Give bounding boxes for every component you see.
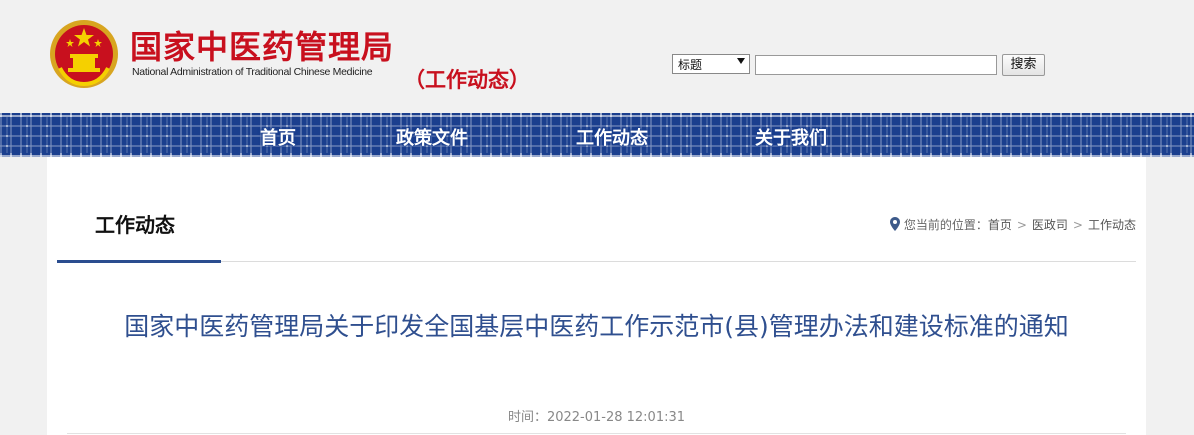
location-pin-icon — [889, 217, 900, 231]
nav-item-policy-documents[interactable]: 政策文件 — [396, 124, 468, 150]
article-divider — [67, 433, 1126, 434]
article-title: 国家中医药管理局关于印发全国基层中医药工作示范市(县)管理办法和建设标准的通知 — [124, 312, 1069, 341]
main-nav-band: 首页 政策文件 工作动态 关于我们 — [0, 113, 1194, 157]
search-input[interactable] — [755, 55, 997, 75]
search-field-select[interactable]: 标题 — [672, 54, 750, 74]
breadcrumb-link-medical-admin[interactable]: 医政司 — [1032, 218, 1068, 232]
article-timestamp: 时间：2022-01-28 12:01:31 — [507, 410, 686, 425]
panel-divider-accent — [57, 260, 221, 263]
breadcrumb-prefix: 您当前的位置： — [903, 218, 988, 232]
nav-item-work-news[interactable]: 工作动态 — [576, 124, 648, 150]
site-header: 国家中医药管理局 National Administration of Trad… — [0, 0, 1194, 113]
search-field-select-value: 标题 — [678, 58, 703, 72]
breadcrumb-link-work-news[interactable]: 工作动态 — [1088, 218, 1136, 232]
site-subtitle: National Administration of Traditional C… — [132, 66, 373, 78]
chevron-down-icon — [737, 58, 745, 64]
search-button[interactable]: 搜索 — [1002, 54, 1045, 76]
section-tag: （工作动态） — [404, 68, 530, 92]
breadcrumb-separator: > — [1072, 218, 1083, 232]
breadcrumb-separator: > — [1016, 218, 1027, 232]
main-nav: 首页 政策文件 工作动态 关于我们 — [0, 113, 1194, 157]
breadcrumb-link-home[interactable]: 首页 — [988, 218, 1012, 232]
national-emblem-icon — [50, 20, 118, 88]
content-panel: 工作动态 您当前的位置：首页 > 医政司 > 工作动态 国家中医药管理局关于印发全国基层… — [47, 157, 1146, 435]
nav-item-about-us[interactable]: 关于我们 — [755, 124, 827, 150]
breadcrumb: 您当前的位置：首页 > 医政司 > 工作动态 — [889, 216, 1136, 233]
site-title: 国家中医药管理局 — [130, 28, 395, 66]
nav-item-home[interactable]: 首页 — [260, 124, 296, 150]
panel-title: 工作动态 — [95, 213, 175, 237]
